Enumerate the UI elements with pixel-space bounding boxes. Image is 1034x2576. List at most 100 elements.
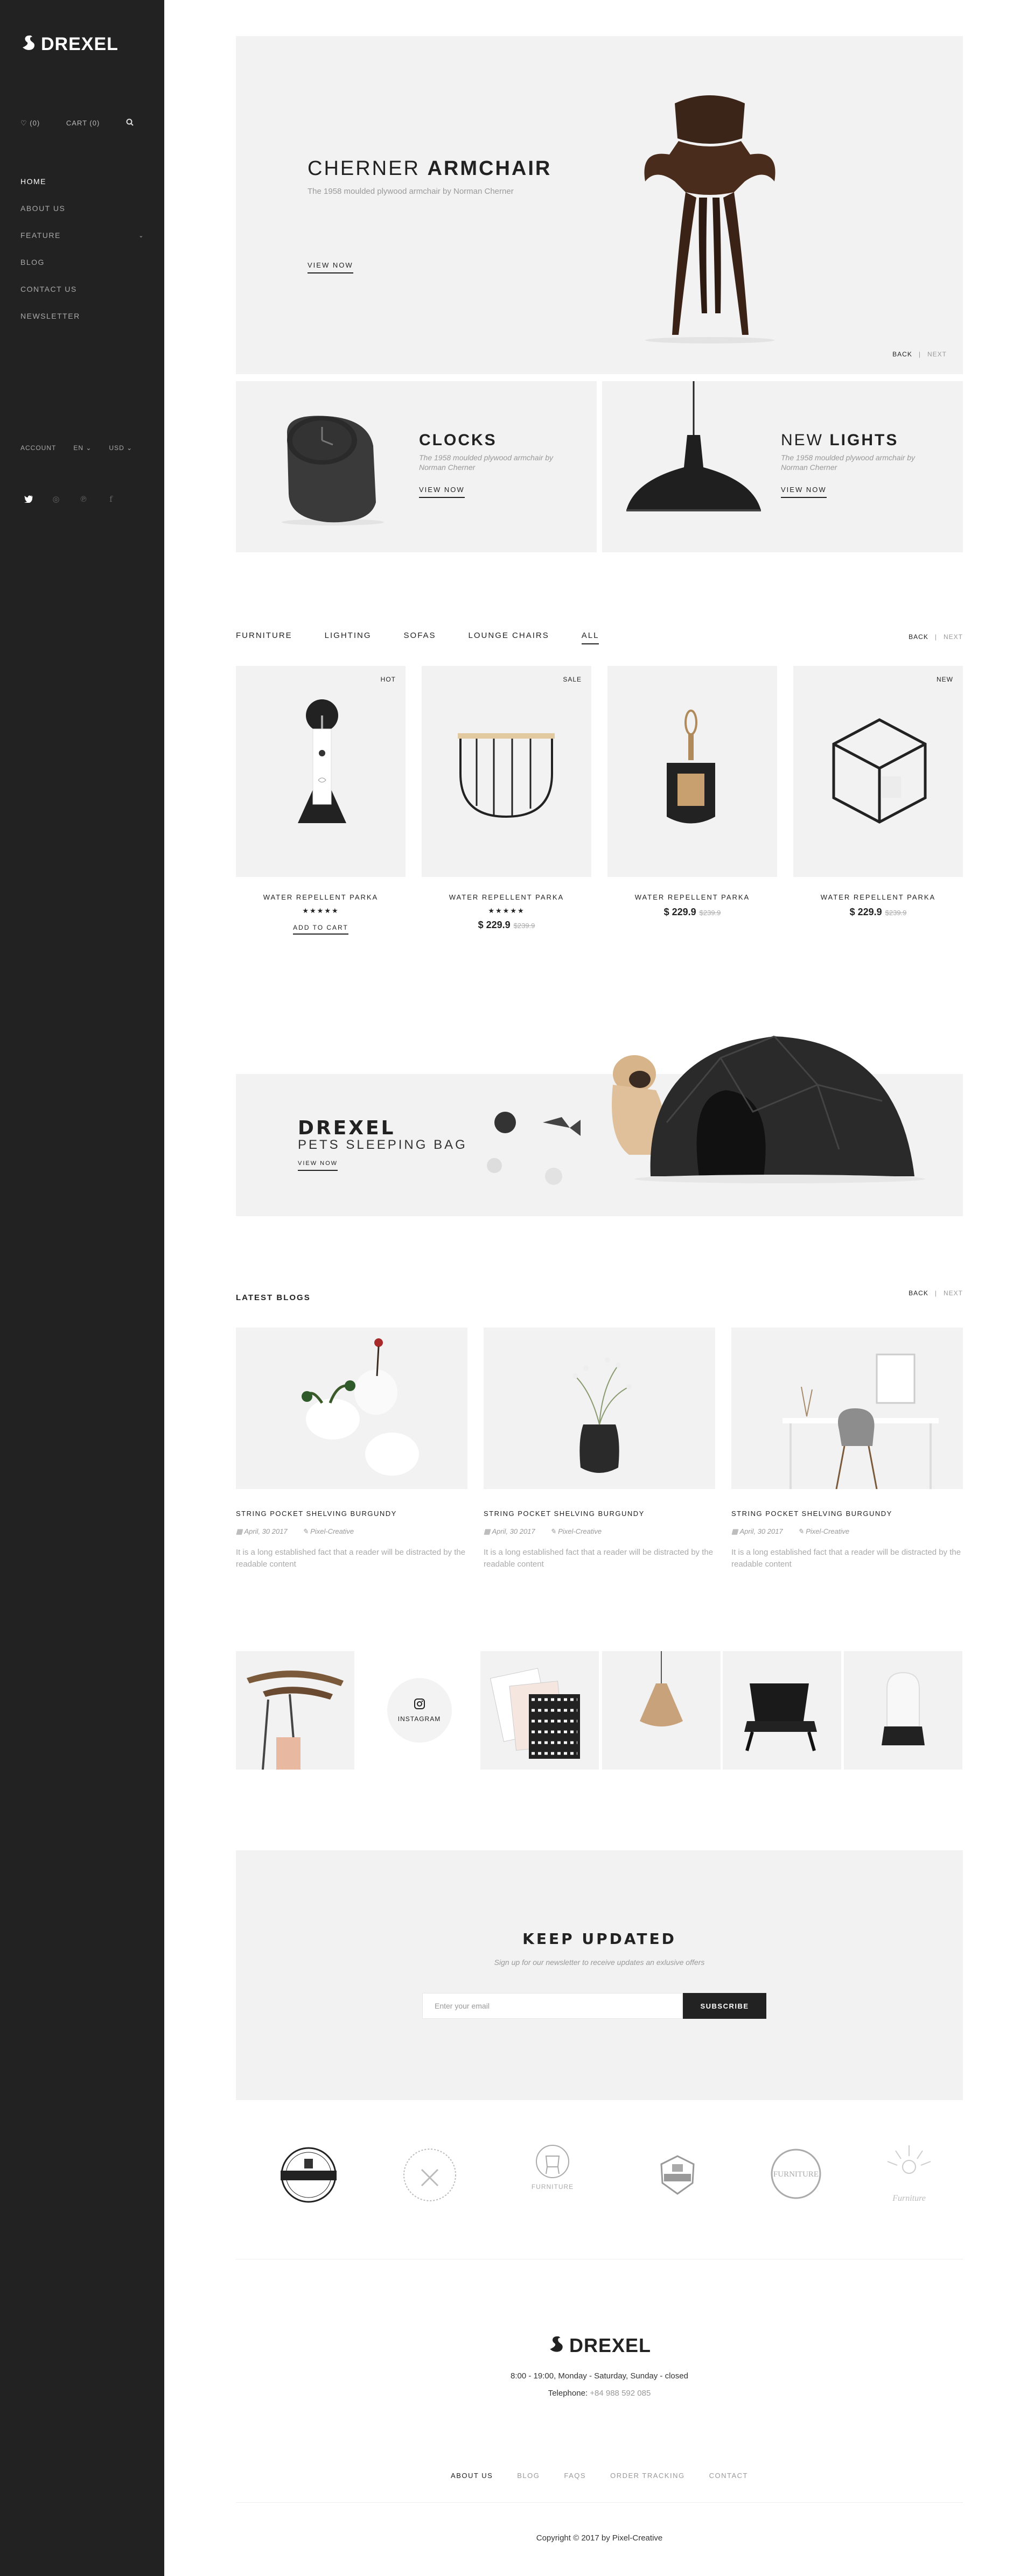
product-name[interactable]: WATER REPELLENT PARKA (236, 893, 406, 901)
wishlist-link[interactable]: ♡ (0) (20, 119, 40, 128)
blog-excerpt: It is a long established fact that a rea… (484, 1548, 714, 1569)
language-value: EN (73, 444, 84, 452)
blog-author[interactable]: ✎ Pixel-Creative (798, 1527, 849, 1536)
product-card[interactable]: SALE WATER REPELLENT PARKA ★★★★★ $ 229.9… (422, 666, 591, 931)
add-to-cart-label: ADD TO CART (293, 924, 348, 935)
product-image[interactable] (607, 666, 777, 877)
instagram-photo[interactable] (844, 1651, 962, 1770)
nav-contact[interactable]: CONTACT US (20, 276, 144, 303)
instagram-photo[interactable] (602, 1651, 721, 1770)
instagram-photo[interactable] (480, 1651, 599, 1770)
footer-nav-contact[interactable]: CONTACT (709, 2472, 748, 2480)
instagram-photo[interactable] (236, 1651, 354, 1770)
subscribe-button[interactable]: SUBSCRIBE (683, 1993, 766, 2019)
tab-lighting[interactable]: LIGHTING (325, 631, 372, 644)
product-name[interactable]: WATER REPELLENT PARKA (793, 893, 963, 901)
product-image[interactable]: HOT (236, 666, 406, 877)
footer-nav-faqs[interactable]: FAQS (564, 2472, 586, 2480)
tab-lounge-chairs[interactable]: LOUNGE CHAIRS (469, 631, 549, 644)
brand-logo-furniture-script[interactable]: Furniture (877, 2143, 941, 2207)
product-badge: SALE (563, 676, 582, 683)
brand-logo[interactable]: DREXEL (20, 33, 118, 55)
facebook-icon[interactable]: f (106, 494, 116, 504)
blog-card[interactable]: STRING POCKET SHELVING BURGUNDY ▦ April,… (484, 1328, 715, 1570)
phone-label: Telephone: (548, 2389, 588, 2398)
blog-date-value: April, 30 2017 (244, 1527, 288, 1535)
brand-logo-circle[interactable] (397, 2143, 462, 2207)
promo-subtitle: The 1958 moulded plywood armchair by Nor… (781, 453, 916, 472)
phone-number[interactable]: +84 988 592 085 (590, 2389, 651, 2398)
hero-next-button[interactable]: NEXT (927, 350, 947, 358)
footer-nav: ABOUT US BLOG FAQS ORDER TRACKING CONTAC… (236, 2472, 963, 2480)
blog-author[interactable]: ✎ Pixel-Creative (303, 1527, 354, 1536)
tab-furniture[interactable]: FURNITURE (236, 631, 292, 644)
blog-image[interactable] (484, 1328, 715, 1489)
tab-sofas[interactable]: SOFAS (404, 631, 436, 644)
promo-view-now-button[interactable]: VIEW NOW (419, 486, 465, 498)
footer-brand-name: DREXEL (569, 2334, 652, 2356)
blog-title[interactable]: STRING POCKET SHELVING BURGUNDY (484, 1510, 715, 1518)
product-card[interactable]: HOT WATER REPELLENT PARKA ★★★★★ ADD TO C… (236, 666, 406, 935)
pinterest-icon[interactable]: ℗ (79, 495, 88, 504)
email-field[interactable]: Enter your email (422, 1993, 683, 2019)
promo-lights: NEW LIGHTS The 1958 moulded plywood armc… (602, 381, 963, 552)
product-name[interactable]: WATER REPELLENT PARKA (607, 893, 777, 901)
footer-nav-blog[interactable]: BLOG (517, 2472, 540, 2480)
blog-author-value: Pixel-Creative (806, 1527, 850, 1535)
blog-title[interactable]: STRING POCKET SHELVING BURGUNDY (731, 1510, 963, 1518)
nav-feature[interactable]: FEATURE ⌄ (20, 222, 144, 249)
brand-logo-badge[interactable] (276, 2143, 341, 2207)
brand-logo-furniture-ring[interactable]: FURNITURE (764, 2143, 828, 2207)
nav-about[interactable]: ABOUT US (20, 195, 144, 222)
blog-card[interactable]: STRING POCKET SHELVING BURGUNDY ▦ April,… (731, 1328, 963, 1570)
blogs-back-button[interactable]: BACK (909, 1289, 928, 1297)
hero-view-now-button[interactable]: VIEW NOW (308, 261, 353, 273)
blog-author[interactable]: ✎ Pixel-Creative (550, 1527, 602, 1536)
add-to-cart-button[interactable]: ADD TO CART (236, 923, 406, 935)
product-image[interactable]: SALE (422, 666, 591, 877)
blog-image[interactable] (731, 1328, 963, 1489)
nav-newsletter[interactable]: NEWSLETTER (20, 303, 144, 329)
product-tabs: FURNITURE LIGHTING SOFAS LOUNGE CHAIRS A… (236, 631, 599, 644)
twitter-icon[interactable] (24, 495, 33, 503)
cart-link[interactable]: CART (0) (66, 119, 100, 127)
promo-title-light: NEW (781, 431, 823, 449)
hero-back-button[interactable]: BACK (892, 350, 912, 358)
product-card[interactable]: NEW WATER REPELLENT PARKA $ 229.9 $239.9 (793, 666, 963, 918)
blog-image[interactable] (236, 1328, 467, 1489)
instagram-photo[interactable] (723, 1651, 841, 1770)
promo-view-now-button[interactable]: VIEW NOW (781, 486, 827, 498)
brand-logo-shield[interactable] (645, 2143, 710, 2207)
blog-title[interactable]: STRING POCKET SHELVING BURGUNDY (236, 1510, 467, 1518)
currency-select[interactable]: USD ⌄ (109, 444, 132, 452)
product-card[interactable]: WATER REPELLENT PARKA $ 229.9 $239.9 (607, 666, 777, 918)
blog-meta: ▦ April, 30 2017 ✎ Pixel-Creative (236, 1527, 467, 1536)
product-image[interactable]: NEW (793, 666, 963, 877)
products-back-button[interactable]: BACK (909, 633, 928, 641)
search-icon[interactable] (126, 118, 134, 128)
blog-card[interactable]: STRING POCKET SHELVING BURGUNDY ▦ April,… (236, 1328, 467, 1570)
chevron-down-icon: ⌄ (127, 444, 133, 452)
tab-all[interactable]: ALL (581, 631, 599, 644)
nav-blog[interactable]: BLOG (20, 249, 144, 276)
dribbble-icon[interactable]: ◎ (51, 494, 61, 504)
footer-logo[interactable]: DREXEL (236, 2334, 963, 2357)
product-name[interactable]: WATER REPELLENT PARKA (422, 893, 591, 901)
nav-home[interactable]: HOME (20, 168, 144, 195)
brand-logo-text: Furniture (892, 2194, 926, 2203)
brand-logo-furniture-chair[interactable]: FURNITURE (520, 2143, 585, 2207)
account-link[interactable]: ACCOUNT (20, 444, 56, 452)
banner-view-now-button[interactable]: VIEW NOW (298, 1160, 338, 1171)
hero-title-bold: ARMCHAIR (427, 157, 552, 180)
footer-nav-order-tracking[interactable]: ORDER TRACKING (610, 2472, 685, 2480)
brand-logo-text: FURNITURE (531, 2183, 574, 2191)
language-select[interactable]: EN ⌄ (73, 444, 92, 452)
blogs-next-button[interactable]: NEXT (944, 1289, 963, 1297)
stool-image (247, 1670, 344, 1770)
swan-logo-icon (550, 2336, 563, 2352)
instagram-button[interactable]: INSTAGRAM (387, 1678, 452, 1743)
product-badge: NEW (937, 676, 953, 683)
products-next-button[interactable]: NEXT (944, 633, 963, 641)
pendant-lamp-image (626, 381, 761, 511)
footer-nav-about[interactable]: ABOUT US (451, 2472, 493, 2480)
